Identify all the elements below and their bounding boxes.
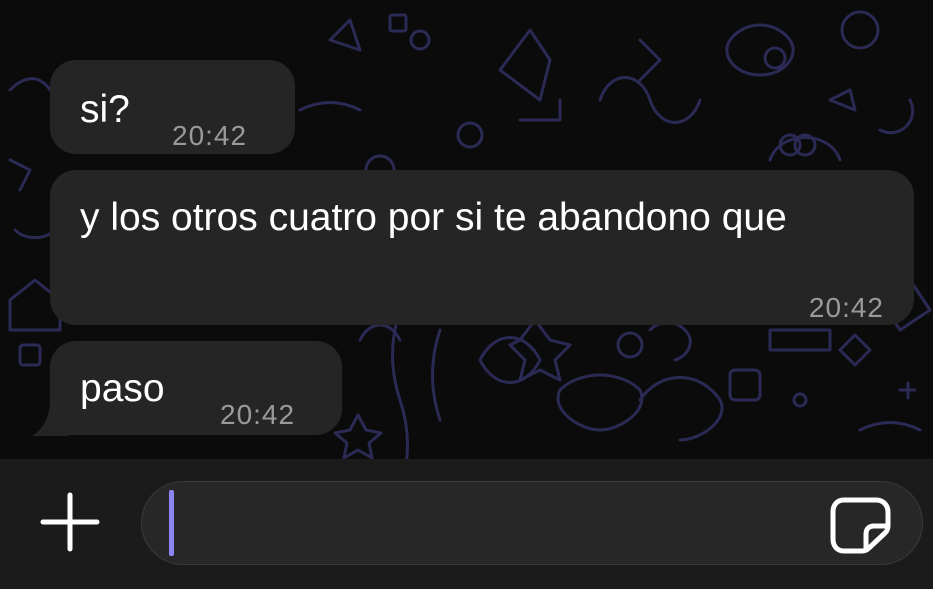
message-time: 20:42: [220, 399, 296, 430]
message-text: paso: [80, 367, 165, 410]
plus-icon: [40, 492, 100, 552]
message-time: 20:42: [808, 292, 884, 323]
message-text: si?: [80, 88, 130, 131]
message-input[interactable]: [141, 481, 923, 565]
message-time: 20:42: [172, 120, 248, 151]
attach-button[interactable]: [38, 490, 102, 554]
message-text: y los otros cuatro por si te abandono qu…: [80, 196, 787, 239]
sticker-button[interactable]: [830, 496, 892, 554]
message-bubble[interactable]: si? 20:42: [50, 60, 295, 154]
chat-area: si? 20:42 y los otros cuatro por si te a…: [0, 0, 933, 459]
sticker-icon: [830, 497, 891, 554]
message-bubble[interactable]: y los otros cuatro por si te abandono qu…: [50, 170, 914, 325]
message-bubble[interactable]: paso 20:42: [50, 341, 342, 435]
text-caret: [169, 490, 174, 556]
